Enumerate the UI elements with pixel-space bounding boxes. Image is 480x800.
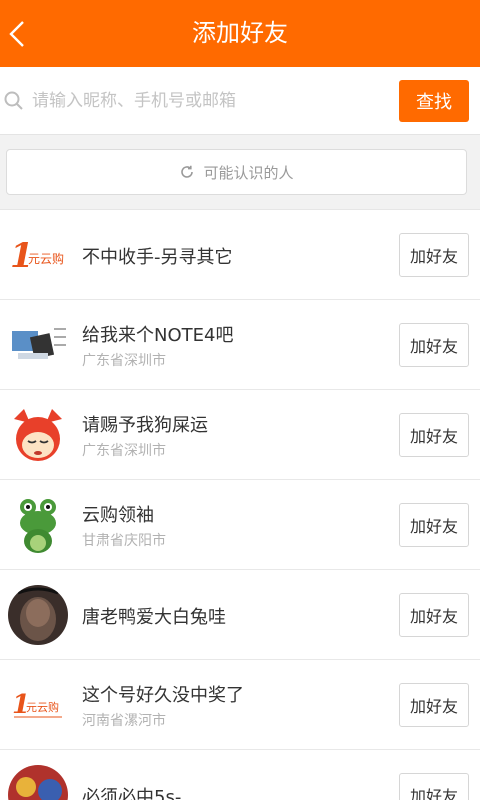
avatar [8, 585, 68, 645]
user-location: 广东省深圳市 [82, 353, 166, 369]
add-friend-button[interactable]: 加好友 [399, 413, 469, 457]
avatar [8, 405, 68, 465]
user-name: 必须必中5s- [82, 787, 182, 800]
user-location: 广东省深圳市 [82, 443, 166, 459]
list-item: 必须必中5s- 加好友 [0, 750, 480, 800]
avatar [8, 765, 68, 800]
svg-text:元云购: 元云购 [26, 700, 59, 714]
search-button[interactable]: 查找 [399, 80, 469, 122]
list-item: 请赐予我狗屎运 广东省深圳市 加好友 [0, 390, 480, 480]
user-location: 甘肃省庆阳市 [82, 533, 166, 549]
add-friend-button[interactable]: 加好友 [399, 773, 469, 800]
search-input[interactable] [32, 81, 382, 121]
top-bar: 添加好友 [0, 0, 480, 67]
user-name: 给我来个NOTE4吧 [82, 325, 234, 346]
user-name: 请赐予我狗屎运 [82, 415, 208, 436]
refresh-icon [181, 165, 194, 178]
search-icon [4, 91, 23, 110]
user-name: 云购领袖 [82, 505, 154, 526]
list-item: 1 元云购 不中收手-另寻其它 加好友 [0, 210, 480, 300]
list-item: 唐老鸭爱大白兔哇 加好友 [0, 570, 480, 660]
list-item: 云购领袖 甘肃省庆阳市 加好友 [0, 480, 480, 570]
avatar: 1 元云购 [8, 675, 68, 735]
avatar [8, 495, 68, 555]
people-you-may-know-button[interactable]: 可能认识的人 [6, 149, 467, 195]
add-friend-button[interactable]: 加好友 [399, 503, 469, 547]
avatar [8, 315, 68, 375]
user-location: 河南省漯河市 [82, 713, 166, 729]
user-name: 唐老鸭爱大白兔哇 [82, 607, 226, 628]
list-item: 给我来个NOTE4吧 广东省深圳市 加好友 [0, 300, 480, 390]
add-friend-button[interactable]: 加好友 [399, 323, 469, 367]
svg-text:元云购: 元云购 [28, 251, 64, 266]
page-title: 添加好友 [192, 19, 288, 47]
user-list: 1 元云购 不中收手-另寻其它 加好友 给我来个NOTE4吧 广东省深圳市 加好… [0, 209, 480, 800]
user-name: 不中收手-另寻其它 [82, 247, 233, 268]
people-you-may-know-label: 可能认识的人 [203, 163, 294, 182]
user-name: 这个号好久没中奖了 [82, 685, 244, 706]
avatar: 1 元云购 [8, 225, 68, 285]
add-friend-button[interactable]: 加好友 [399, 233, 469, 277]
add-friend-button[interactable]: 加好友 [399, 683, 469, 727]
list-item: 1 元云购 这个号好久没中奖了 河南省漯河市 加好友 [0, 660, 480, 750]
add-friend-button[interactable]: 加好友 [399, 593, 469, 637]
